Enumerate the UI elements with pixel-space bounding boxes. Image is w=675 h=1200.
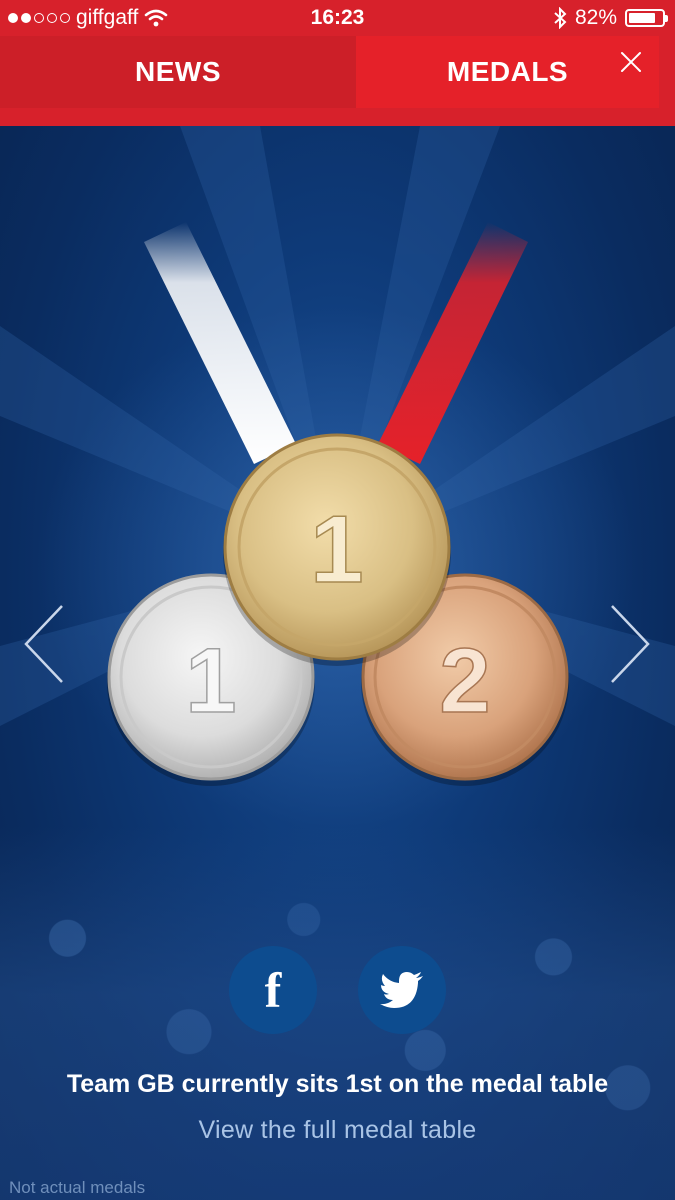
medals-illustration: 1 2 1: [0, 126, 675, 826]
medal-standing-text: Team GB currently sits 1st on the medal …: [66, 1070, 609, 1098]
tab-news[interactable]: NEWS: [0, 36, 356, 108]
previous-arrow-icon[interactable]: [24, 604, 64, 684]
bluetooth-icon: [554, 7, 567, 29]
tab-medals[interactable]: MEDALS: [356, 36, 659, 108]
bronze-count: 2: [439, 630, 490, 732]
silver-count: 1: [185, 630, 236, 732]
medals-panel: 1 2 1 f Team GB currently sits 1st on th…: [0, 126, 675, 1200]
battery-icon: [625, 9, 668, 27]
status-right: 82%: [553, 6, 668, 30]
facebook-share-button[interactable]: f: [229, 946, 317, 1034]
next-arrow-icon[interactable]: [610, 604, 650, 684]
facebook-icon: f: [264, 962, 282, 1018]
status-bar: giffgaff 16:23 82%: [0, 0, 675, 36]
close-icon[interactable]: [619, 50, 643, 74]
view-medal-table-link[interactable]: View the full medal table: [0, 1116, 675, 1145]
twitter-share-button[interactable]: [358, 946, 446, 1034]
twitter-icon: [380, 972, 423, 1008]
gold-count: 1: [310, 496, 363, 603]
disclaimer-text: Not actual medals: [9, 1178, 146, 1197]
battery-level: [629, 13, 656, 23]
battery-percentage: 82%: [574, 6, 617, 29]
tab-bar: NEWS MEDALS: [0, 36, 675, 126]
